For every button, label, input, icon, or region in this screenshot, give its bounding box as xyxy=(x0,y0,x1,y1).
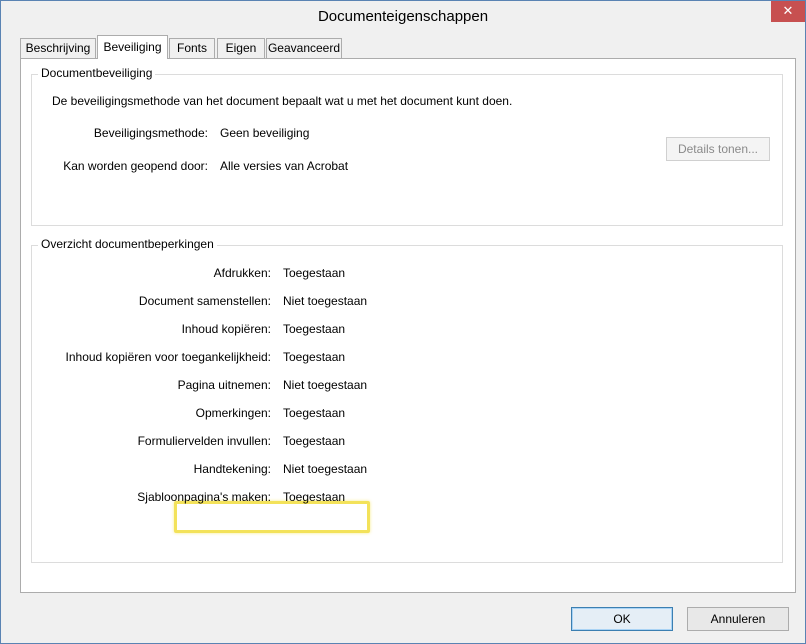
close-icon: ✕ xyxy=(782,3,794,18)
ok-button[interactable]: OK xyxy=(571,607,673,631)
restriction-value: Niet toegestaan xyxy=(283,378,368,392)
cancel-button[interactable]: Annuleren xyxy=(687,607,789,631)
tab-beveiliging[interactable]: Beveiliging xyxy=(97,35,168,59)
restriction-label: Pagina uitnemen: xyxy=(177,378,271,392)
restriction-value: Toegestaan xyxy=(283,322,346,336)
title-bar: Documenteigenschappen ✕ xyxy=(1,1,805,32)
tab-panel-beveiliging: Documentbeveiliging De beveiligingsmetho… xyxy=(20,58,796,593)
open-by-value: Alle versies van Acrobat xyxy=(220,159,349,173)
close-button[interactable]: ✕ xyxy=(771,1,805,22)
restriction-label: Afdrukken: xyxy=(213,266,271,280)
open-by-label: Kan worden geopend door: xyxy=(63,159,208,173)
restriction-value: Toegestaan xyxy=(283,406,346,420)
restriction-value: Toegestaan xyxy=(283,350,346,364)
tab-geavanceerd[interactable]: Geavanceerd xyxy=(266,38,342,58)
restriction-label: Formuliervelden invullen: xyxy=(137,434,271,448)
restrictions-group: Overzicht documentbeperkingen Afdrukken:… xyxy=(31,237,783,563)
restriction-label: Document samenstellen: xyxy=(138,294,271,308)
highlight-box xyxy=(174,501,370,533)
details-button[interactable]: Details tonen... xyxy=(666,137,770,161)
dialog-window: Documenteigenschappen ✕ Beschrijving Bev… xyxy=(0,0,806,644)
tab-eigen[interactable]: Eigen xyxy=(217,38,265,58)
restriction-value: Toegestaan xyxy=(283,490,346,504)
security-description: De beveiligingsmethode van het document … xyxy=(52,94,513,108)
restriction-value: Toegestaan xyxy=(283,434,346,448)
document-security-legend: Documentbeveiliging xyxy=(38,66,156,80)
security-method-value: Geen beveiliging xyxy=(220,126,310,140)
restriction-label: Sjabloonpagina's maken: xyxy=(137,490,271,504)
restriction-label: Inhoud kopiëren voor toegankelijkheid: xyxy=(65,350,271,364)
restriction-label: Opmerkingen: xyxy=(195,406,271,420)
tab-fonts[interactable]: Fonts xyxy=(169,38,215,58)
restriction-value: Niet toegestaan xyxy=(283,294,368,308)
restriction-value: Niet toegestaan xyxy=(283,462,368,476)
security-method-label: Beveiligingsmethode: xyxy=(93,126,208,140)
restrictions-legend: Overzicht documentbeperkingen xyxy=(38,237,217,251)
document-security-group: Documentbeveiliging De beveiligingsmetho… xyxy=(31,66,783,226)
tab-beschrijving[interactable]: Beschrijving xyxy=(20,38,96,58)
restriction-label: Inhoud kopiëren: xyxy=(181,322,271,336)
restriction-label: Handtekening: xyxy=(193,462,271,476)
window-title: Documenteigenschappen xyxy=(317,8,489,25)
restriction-value: Toegestaan xyxy=(283,266,346,280)
